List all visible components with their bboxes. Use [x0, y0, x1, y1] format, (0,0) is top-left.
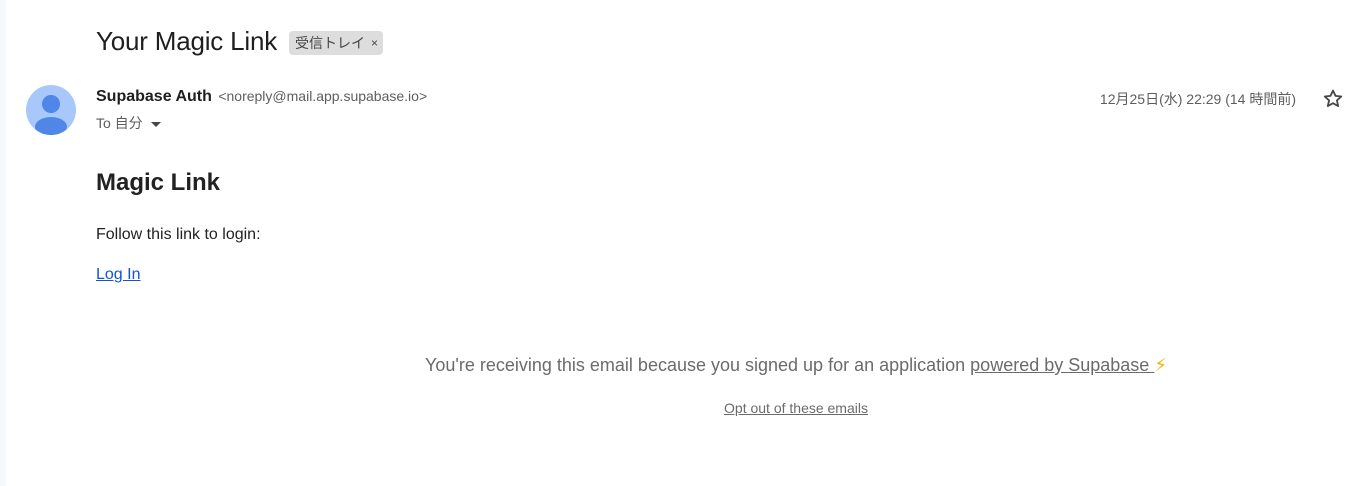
sender-avatar-icon[interactable]: [26, 85, 76, 135]
sender-email: <noreply@mail.app.supabase.io>: [218, 88, 428, 104]
login-link[interactable]: Log In: [96, 266, 140, 284]
subject-row: Your Magic Link 受信トレイ ×: [96, 26, 384, 57]
sender-name[interactable]: Supabase Auth: [96, 88, 212, 105]
powered-by-supabase-link[interactable]: powered by Supabase: [970, 355, 1154, 375]
email-body-instruction: Follow this link to login:: [96, 226, 261, 243]
email-body-title: Magic Link: [96, 169, 221, 196]
lightning-icon: ⚡: [1154, 355, 1167, 375]
opt-out-link[interactable]: Opt out of these emails: [724, 400, 868, 416]
star-outline-icon[interactable]: [1321, 87, 1345, 111]
inbox-label-chip[interactable]: 受信トレイ ×: [289, 30, 384, 55]
label-text: 受信トレイ: [295, 34, 366, 51]
caret-down-icon[interactable]: [150, 121, 161, 127]
email-timestamp: 12月25日(水) 22:29 (14 時間前): [1099, 91, 1296, 107]
person-avatar-icon: [35, 95, 67, 135]
remove-label-icon[interactable]: ×: [371, 36, 378, 50]
recipient-text: To 自分: [96, 115, 143, 131]
opt-out-row: Opt out of these emails: [0, 400, 1351, 416]
footer-notice-text: You're receiving this email because you …: [425, 355, 971, 375]
email-subject: Your Magic Link: [96, 26, 278, 56]
recipient-line[interactable]: To 自分: [96, 113, 161, 133]
sender-line: Supabase Auth <noreply@mail.app.supabase…: [96, 88, 427, 106]
footer-notice: You're receiving this email because you …: [0, 355, 1351, 376]
